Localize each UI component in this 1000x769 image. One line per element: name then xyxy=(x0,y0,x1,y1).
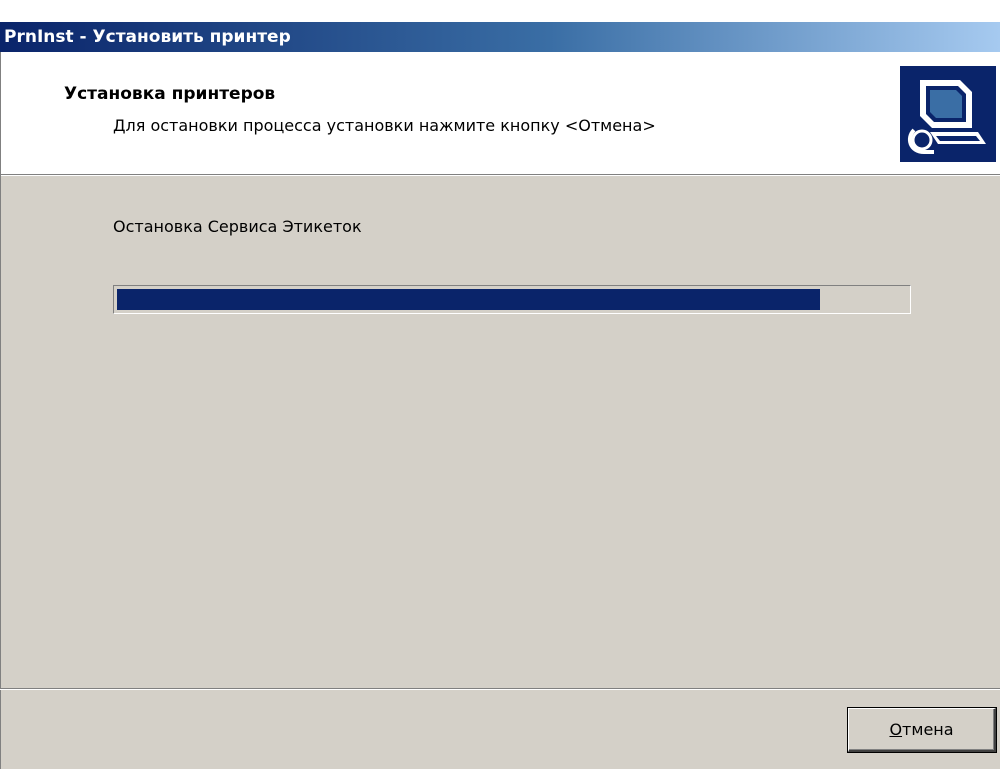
footer-separator xyxy=(0,688,1000,690)
computer-install-icon xyxy=(900,66,996,162)
cancel-button-accel: О xyxy=(889,720,903,739)
window-title: PrnInst - Установить принтер xyxy=(4,27,291,47)
header-subtitle: Для остановки процесса установки нажмите… xyxy=(113,116,656,135)
cancel-button[interactable]: Отмена xyxy=(848,708,996,752)
status-text: Остановка Сервиса Этикеток xyxy=(113,217,362,236)
window-left-edge xyxy=(0,52,1,769)
top-strip xyxy=(0,0,1000,22)
progress-fill xyxy=(117,289,820,310)
title-bar[interactable]: PrnInst - Установить принтер xyxy=(0,22,1000,52)
header-title: Установка принтеров xyxy=(64,84,276,104)
installer-window: PrnInst - Установить принтер Установка п… xyxy=(0,0,1000,769)
wizard-header: Установка принтеров Для остановки процес… xyxy=(0,52,1000,175)
cancel-button-label: тмена xyxy=(902,720,954,739)
progress-bar xyxy=(113,285,911,314)
